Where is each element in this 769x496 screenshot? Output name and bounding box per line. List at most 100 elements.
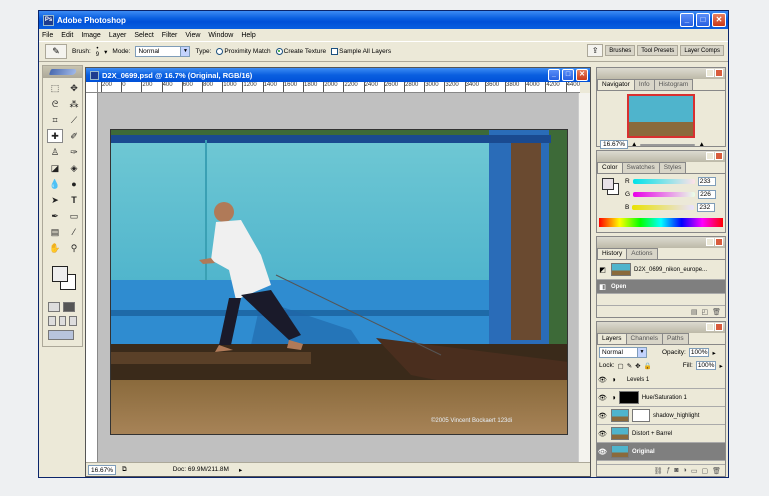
navigator-thumbnail[interactable] xyxy=(627,94,695,138)
zoom-in-icon[interactable]: ▲ xyxy=(698,141,704,148)
tab-info[interactable]: Info xyxy=(633,79,655,90)
g-slider[interactable] xyxy=(633,192,696,197)
new-document-from-state-icon[interactable]: ▤ xyxy=(691,308,698,316)
eraser-tool-icon[interactable]: ◪ xyxy=(47,161,63,175)
color-fg-swatch[interactable] xyxy=(602,178,614,190)
foreground-color-swatch[interactable] xyxy=(52,266,68,282)
add-mask-icon[interactable]: ◙ xyxy=(674,467,678,474)
trash-icon[interactable]: 🗑 xyxy=(712,308,721,316)
tab-swatches[interactable]: Swatches xyxy=(621,162,660,173)
navigator-zoom[interactable]: 16.67% xyxy=(600,140,629,149)
maximize-button[interactable]: □ xyxy=(696,13,710,27)
eyedropper-tool-icon[interactable]: ⁄ xyxy=(66,225,82,239)
tab-color[interactable]: Color xyxy=(597,162,623,173)
menu-image[interactable]: Image xyxy=(81,32,100,39)
fill-input[interactable]: 100% xyxy=(695,361,717,370)
menu-view[interactable]: View xyxy=(185,32,200,39)
tab-layer-comps[interactable]: Layer Comps xyxy=(680,45,724,56)
tab-brushes[interactable]: Brushes xyxy=(605,45,636,56)
brush-picker[interactable]: • 9 xyxy=(96,46,99,58)
mode-select[interactable]: Normal ▼ xyxy=(135,46,191,57)
b-slider[interactable] xyxy=(632,205,695,210)
notes-tool-icon[interactable]: ▤ xyxy=(47,225,63,239)
standard-mode-button[interactable] xyxy=(48,302,60,312)
menu-window[interactable]: Window xyxy=(208,32,233,39)
lasso-tool-icon[interactable]: ᘓ xyxy=(47,97,63,111)
brush-dropdown-icon[interactable]: ▾ xyxy=(104,48,107,56)
r-slider[interactable] xyxy=(632,179,695,184)
layer-row-original[interactable]: 👁 Original xyxy=(597,443,725,461)
tool-preset-picker[interactable]: ✎ xyxy=(45,44,67,59)
paint-bucket-tool-icon[interactable]: ◈ xyxy=(66,161,82,175)
zoom-slider[interactable] xyxy=(640,143,696,146)
standard-screen-button[interactable] xyxy=(48,316,56,326)
doc-close-button[interactable]: ✕ xyxy=(576,69,588,81)
layer-row-hue-saturation[interactable]: 👁 ◑ Hue/Saturation 1 xyxy=(597,389,725,407)
palette-close-icon[interactable] xyxy=(715,69,723,77)
visibility-eye-icon[interactable]: 👁 xyxy=(597,412,608,420)
dodge-tool-icon[interactable]: ● xyxy=(66,177,82,191)
marquee-tool-icon[interactable]: ⬚ xyxy=(47,81,63,95)
visibility-eye-icon[interactable]: 👁 xyxy=(597,376,608,384)
palette-minimize-icon[interactable] xyxy=(706,69,714,77)
proximity-match-radio[interactable]: Proximity Match xyxy=(216,47,271,55)
imageready-button[interactable] xyxy=(48,330,74,340)
palette-close-icon[interactable] xyxy=(715,238,723,246)
type-tool-icon[interactable]: T xyxy=(66,193,82,207)
doc-minimize-button[interactable]: _ xyxy=(548,69,560,81)
photo-canvas[interactable]: ©2005 Vincent Bockaert 123di xyxy=(110,129,568,435)
history-snapshot[interactable]: ◩ D2X_0699_nikon_europe... xyxy=(597,260,725,280)
palette-minimize-icon[interactable] xyxy=(706,238,714,246)
palette-close-icon[interactable] xyxy=(715,323,723,331)
layer-style-icon[interactable]: ƒ xyxy=(666,467,670,474)
go-to-bridge-button[interactable]: ⇪ xyxy=(587,44,604,57)
g-value[interactable]: 226 xyxy=(698,190,717,199)
pen-tool-icon[interactable]: ✒ xyxy=(47,209,63,223)
minimize-button[interactable]: _ xyxy=(680,13,694,27)
slice-tool-icon[interactable]: ⟋ xyxy=(66,113,82,127)
lock-image-icon[interactable]: ✎ xyxy=(627,362,632,370)
palette-minimize-icon[interactable] xyxy=(706,323,714,331)
link-layers-icon[interactable]: ⛓ xyxy=(654,467,663,475)
tab-layers[interactable]: Layers xyxy=(597,333,627,344)
status-menu-arrow-icon[interactable]: ▸ xyxy=(239,466,242,474)
move-tool-icon[interactable]: ✥ xyxy=(66,81,82,95)
create-texture-radio[interactable]: Create Texture xyxy=(275,47,326,55)
visibility-eye-icon[interactable]: 👁 xyxy=(597,430,608,438)
doc-size-info[interactable]: Doc: 69.9M/211.8M xyxy=(173,466,229,473)
hand-tool-icon[interactable]: ✋ xyxy=(47,241,63,255)
palette-minimize-icon[interactable] xyxy=(706,152,714,160)
tab-histogram[interactable]: Histogram xyxy=(653,79,694,90)
opacity-input[interactable]: 100% xyxy=(688,348,710,357)
new-layer-icon[interactable]: ▢ xyxy=(701,467,708,475)
new-snapshot-icon[interactable]: ◰ xyxy=(701,308,708,316)
blur-tool-icon[interactable]: 💧 xyxy=(47,177,63,191)
lock-transparency-icon[interactable]: ▢ xyxy=(618,362,624,370)
zoom-tool-icon[interactable]: ⚲ xyxy=(66,241,82,255)
history-step-open[interactable]: ◧ Open xyxy=(597,280,725,294)
vertical-scrollbar[interactable] xyxy=(578,93,590,463)
new-group-icon[interactable]: ▭ xyxy=(691,467,698,475)
shape-tool-icon[interactable]: ▭ xyxy=(66,209,82,223)
tab-tool-presets[interactable]: Tool Presets xyxy=(637,45,679,56)
lock-position-icon[interactable]: ✥ xyxy=(635,362,640,370)
visibility-eye-icon[interactable]: 👁 xyxy=(597,394,608,402)
doc-maximize-button[interactable]: □ xyxy=(562,69,574,81)
close-button[interactable]: ✕ xyxy=(712,13,726,27)
history-brush-tool-icon[interactable]: ✑ xyxy=(66,145,82,159)
b-value[interactable]: 232 xyxy=(697,203,716,212)
layer-row-levels[interactable]: 👁 ◑ Levels 1 xyxy=(597,371,725,389)
menu-filter[interactable]: Filter xyxy=(162,32,178,39)
menu-help[interactable]: Help xyxy=(241,32,255,39)
sample-all-layers-checkbox[interactable]: Sample All Layers xyxy=(331,47,391,55)
magic-wand-tool-icon[interactable]: ⁂ xyxy=(66,97,82,111)
new-adjustment-layer-icon[interactable]: ◑ xyxy=(683,467,687,474)
visibility-eye-icon[interactable]: 👁 xyxy=(597,448,608,456)
canvas-area[interactable]: ©2005 Vincent Bockaert 123di xyxy=(98,93,580,463)
zoom-out-icon[interactable]: ▲ xyxy=(631,141,637,148)
opacity-arrow-icon[interactable]: ▸ xyxy=(712,349,715,357)
full-screen-menu-button[interactable] xyxy=(58,316,67,326)
r-value[interactable]: 233 xyxy=(697,177,716,186)
blend-mode-select[interactable]: Normal ▼ xyxy=(599,347,647,358)
path-selection-tool-icon[interactable]: ➤ xyxy=(47,193,63,207)
